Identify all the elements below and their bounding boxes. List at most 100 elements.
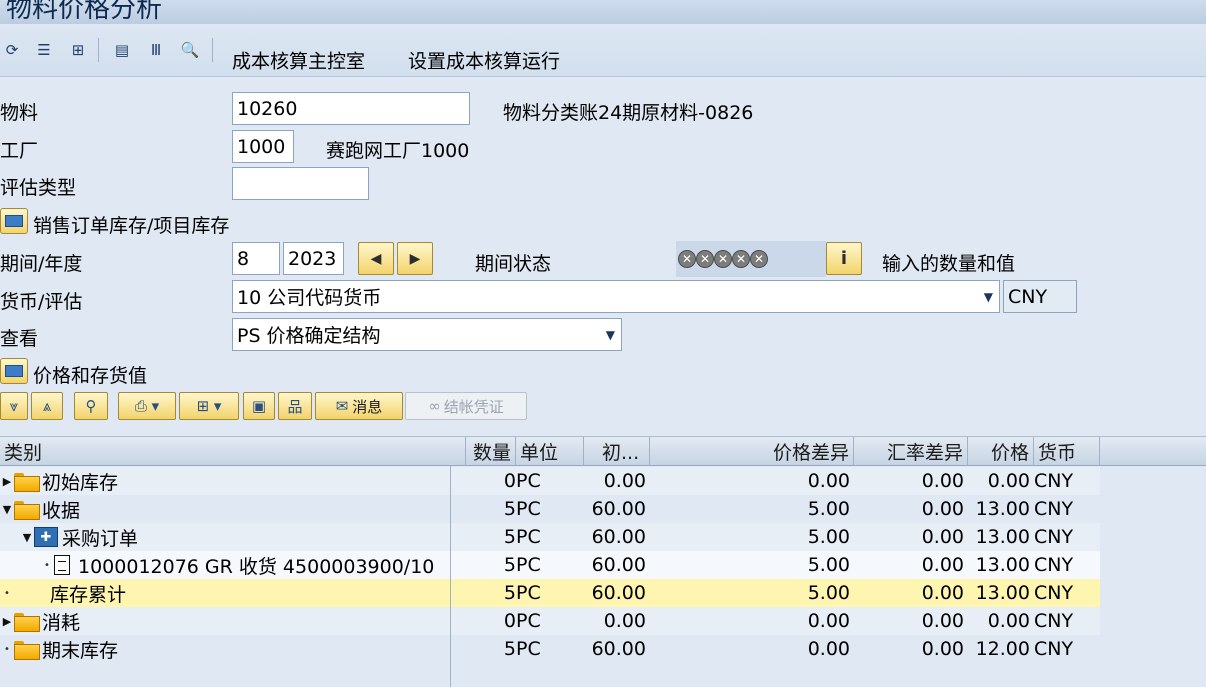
plant-label: 工厂: [0, 140, 39, 162]
price-cell: 0.00: [987, 470, 1030, 492]
initial-cell: 60.00: [591, 582, 646, 604]
plant-input[interactable]: 1000: [232, 130, 294, 163]
view-label: 查看: [0, 328, 39, 350]
prices-inventory-toggle-icon[interactable]: [0, 358, 28, 384]
period-status-label: 期间状态: [475, 253, 552, 275]
price-difference-cell: 5.00: [807, 498, 850, 520]
column-header-exchange-difference[interactable]: 汇率差异: [854, 437, 968, 466]
collapse-all-icon: ⩓: [42, 397, 52, 415]
initial-cell: 0.00: [603, 470, 646, 492]
column-header-price[interactable]: 价格: [968, 437, 1034, 466]
application-toolbar: ⟳ ☰ ⊞ ▤ Ⅲ 🔍 成本核算主控室 设置成本核算运行: [0, 24, 1206, 77]
collapse-arrow-icon[interactable]: ▼: [0, 503, 14, 516]
price-difference-cell: 0.00: [807, 470, 850, 492]
list-icon[interactable]: ☰: [32, 38, 56, 62]
quantities-values-label: 输入的数量和值: [882, 253, 1016, 275]
category-cell: ▼ ✚ 采购订单: [0, 523, 450, 551]
info-button[interactable]: i: [826, 242, 862, 275]
layout-icon[interactable]: ▤: [110, 38, 134, 62]
collapse-all-button[interactable]: ⩓: [31, 392, 63, 420]
columns-icon[interactable]: Ⅲ: [144, 38, 168, 62]
hierarchy-icon[interactable]: ⊞: [66, 38, 90, 62]
currency-valuation-value: 10 公司代码货币: [237, 287, 382, 309]
find-button[interactable]: ⚲: [74, 392, 108, 420]
closing-document-button[interactable]: ∞ 结帐凭证: [405, 392, 527, 420]
table-row[interactable]: ▼ ✚ 采购订单 5 PC 60.00 5.00 0.00 13.00 CNY: [0, 523, 1100, 551]
table-row[interactable]: ▼ 收据 5 PC 60.00 5.00 0.00 13.00 CNY: [0, 495, 1100, 523]
costing-run-setup-button[interactable]: 设置成本核算运行: [408, 47, 560, 74]
price-cell: 13.00: [975, 526, 1030, 548]
view-value: PS 价格确定结构: [237, 325, 381, 347]
category-label: 1000012076 GR 收货 4500003900/10: [78, 555, 435, 578]
column-header-category[interactable]: 类别: [0, 437, 466, 466]
prices-inventory-label: 价格和存货值: [33, 365, 148, 387]
currency-valuation-select[interactable]: 10 公司代码货币 ▼: [232, 280, 1000, 313]
previous-period-button[interactable]: ◀: [358, 242, 394, 275]
messages-button[interactable]: ✉ 消息: [315, 392, 403, 420]
leaf-bullet-icon: •: [44, 559, 50, 571]
unit-cell: PC: [516, 582, 541, 604]
chevron-down-icon[interactable]: ▼: [984, 290, 993, 304]
category-cell: ▼ 收据: [0, 495, 450, 523]
table-row[interactable]: • 期末库存 5 PC 60.00 0.00 0.00 12.00 CNY: [0, 635, 1100, 663]
layout-button[interactable]: ⊞ ▾: [179, 392, 239, 420]
search-settings-icon[interactable]: 🔍: [178, 38, 202, 62]
table-row[interactable]: ▶ 消耗 0 PC 0.00 0.00 0.00 0.00 CNY: [0, 607, 1100, 635]
sales-order-stock-toggle-icon[interactable]: [0, 208, 28, 234]
plant-description: 赛跑网工厂1000: [326, 140, 470, 162]
expand-arrow-icon[interactable]: ▶: [0, 475, 14, 488]
quantity-cell: 5: [503, 638, 516, 660]
leaf-bullet-icon: •: [4, 643, 10, 655]
exchange-difference-cell: 0.00: [921, 638, 964, 660]
status-light-icon: ✕: [750, 250, 768, 268]
window-title: 物料价格分析: [6, 0, 163, 24]
view-select[interactable]: PS 价格确定结构 ▼: [232, 318, 622, 351]
folder-icon: [14, 640, 40, 660]
unit-cell: PC: [516, 554, 541, 576]
period-year-label: 期间/年度: [0, 253, 83, 275]
column-header-quantity[interactable]: 数量: [466, 437, 516, 466]
unit-cell: PC: [516, 526, 541, 548]
quantity-cell: 5: [503, 582, 516, 604]
price-cell: 0.00: [987, 610, 1030, 632]
cost-estimate-cockpit-button[interactable]: 成本核算主控室: [232, 47, 365, 74]
next-period-button[interactable]: ▶: [397, 242, 433, 275]
triangle-right-icon: ▶: [409, 250, 421, 267]
category-cell: • 库存累计: [0, 579, 450, 607]
column-header-currency[interactable]: 货币: [1034, 437, 1100, 466]
table-row[interactable]: • 库存累计 5 PC 60.00 5.00 0.00 13.00 CNY: [0, 579, 1100, 607]
category-label: 初始库存: [42, 471, 119, 494]
column-header-price-difference[interactable]: 价格差异: [650, 437, 854, 466]
table-row[interactable]: • 1000012076 GR 收货 4500003900/10 5 PC 60…: [0, 551, 1100, 579]
exchange-difference-cell: 0.00: [921, 582, 964, 604]
toolbar-separator: [98, 38, 99, 62]
valuation-type-label: 评估类型: [0, 177, 77, 199]
initial-cell: 60.00: [591, 638, 646, 660]
initial-cell: 0.00: [603, 610, 646, 632]
expand-all-button[interactable]: ⩔: [0, 392, 28, 420]
refresh-icon[interactable]: ⟳: [0, 38, 24, 62]
category-cell: ▶ 消耗: [0, 607, 450, 635]
category-label: 消耗: [42, 611, 81, 634]
year-input[interactable]: 2023: [283, 242, 344, 275]
folder-icon: [14, 472, 40, 492]
material-input[interactable]: 10260: [232, 92, 470, 125]
material-description: 物料分类账24期原材料-0826: [503, 102, 754, 124]
valuation-type-input[interactable]: [232, 167, 369, 200]
binoculars-icon: ⚲: [85, 397, 97, 415]
chevron-down-icon[interactable]: ▼: [606, 328, 615, 342]
messages-icon: ✉: [335, 397, 349, 415]
hierarchy-button[interactable]: 品: [278, 392, 312, 420]
table-row[interactable]: ▶ 初始库存 0 PC 0.00 0.00 0.00 0.00 CNY: [0, 467, 1100, 495]
print-icon: ⎙ ▾: [134, 397, 160, 415]
glasses-icon: ∞: [428, 397, 441, 415]
column-header-initial[interactable]: 初...: [584, 437, 650, 466]
details-button[interactable]: ▣: [243, 392, 275, 420]
collapse-arrow-icon[interactable]: ▼: [20, 531, 34, 544]
sales-order-stock-label: 销售订单库存/项目库存: [33, 215, 230, 237]
period-input[interactable]: 8: [232, 242, 280, 275]
expand-arrow-icon[interactable]: ▶: [0, 615, 14, 628]
column-header-unit[interactable]: 单位: [516, 437, 584, 466]
document-icon: [54, 555, 70, 575]
print-button[interactable]: ⎙ ▾: [118, 392, 176, 420]
